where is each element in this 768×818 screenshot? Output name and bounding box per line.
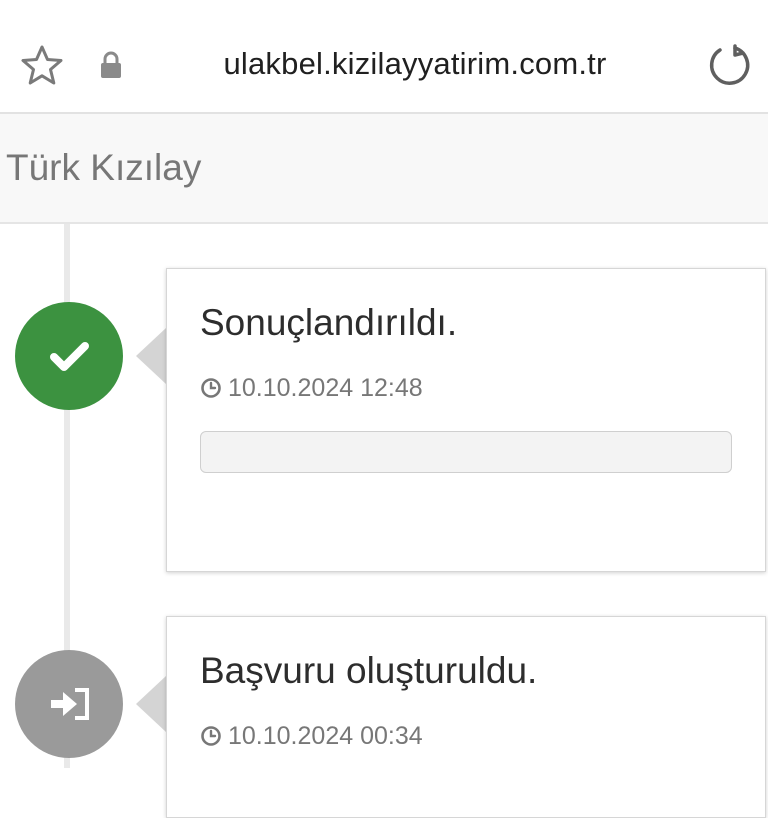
- event-timestamp: 10.10.2024 12:48: [228, 374, 423, 402]
- event-time: 10.10.2024 12:48: [200, 373, 423, 403]
- card-pointer: [136, 676, 166, 732]
- browser-address-bar: ulakbel.kizilayyatirim.com.tr: [0, 0, 768, 114]
- status-badge-completed: [15, 302, 123, 410]
- clock-icon: [201, 378, 221, 398]
- event-title: Başvuru oluşturuldu.: [200, 650, 538, 691]
- reload-icon[interactable]: [706, 42, 752, 88]
- check-icon: [50, 342, 89, 371]
- url-text[interactable]: ulakbel.kizilayyatirim.com.tr: [150, 44, 680, 84]
- event-timestamp: 10.10.2024 00:34: [228, 722, 423, 750]
- sign-in-icon: [51, 688, 89, 720]
- event-title: Sonuçlandırıldı.: [200, 302, 458, 343]
- status-badge-created: [15, 650, 123, 758]
- lock-icon[interactable]: [99, 51, 123, 79]
- card-pointer: [136, 328, 166, 384]
- timeline-card: Başvuru oluşturuldu. 10.10.2024 00:34: [166, 616, 766, 818]
- site-title[interactable]: Türk Kızılay: [6, 146, 201, 190]
- event-notes-box: [200, 431, 732, 473]
- event-time: 10.10.2024 00:34: [200, 721, 423, 751]
- clock-icon: [201, 726, 221, 746]
- star-icon[interactable]: [20, 44, 64, 86]
- timeline-card: Sonuçlandırıldı. 10.10.2024 12:48: [166, 268, 766, 572]
